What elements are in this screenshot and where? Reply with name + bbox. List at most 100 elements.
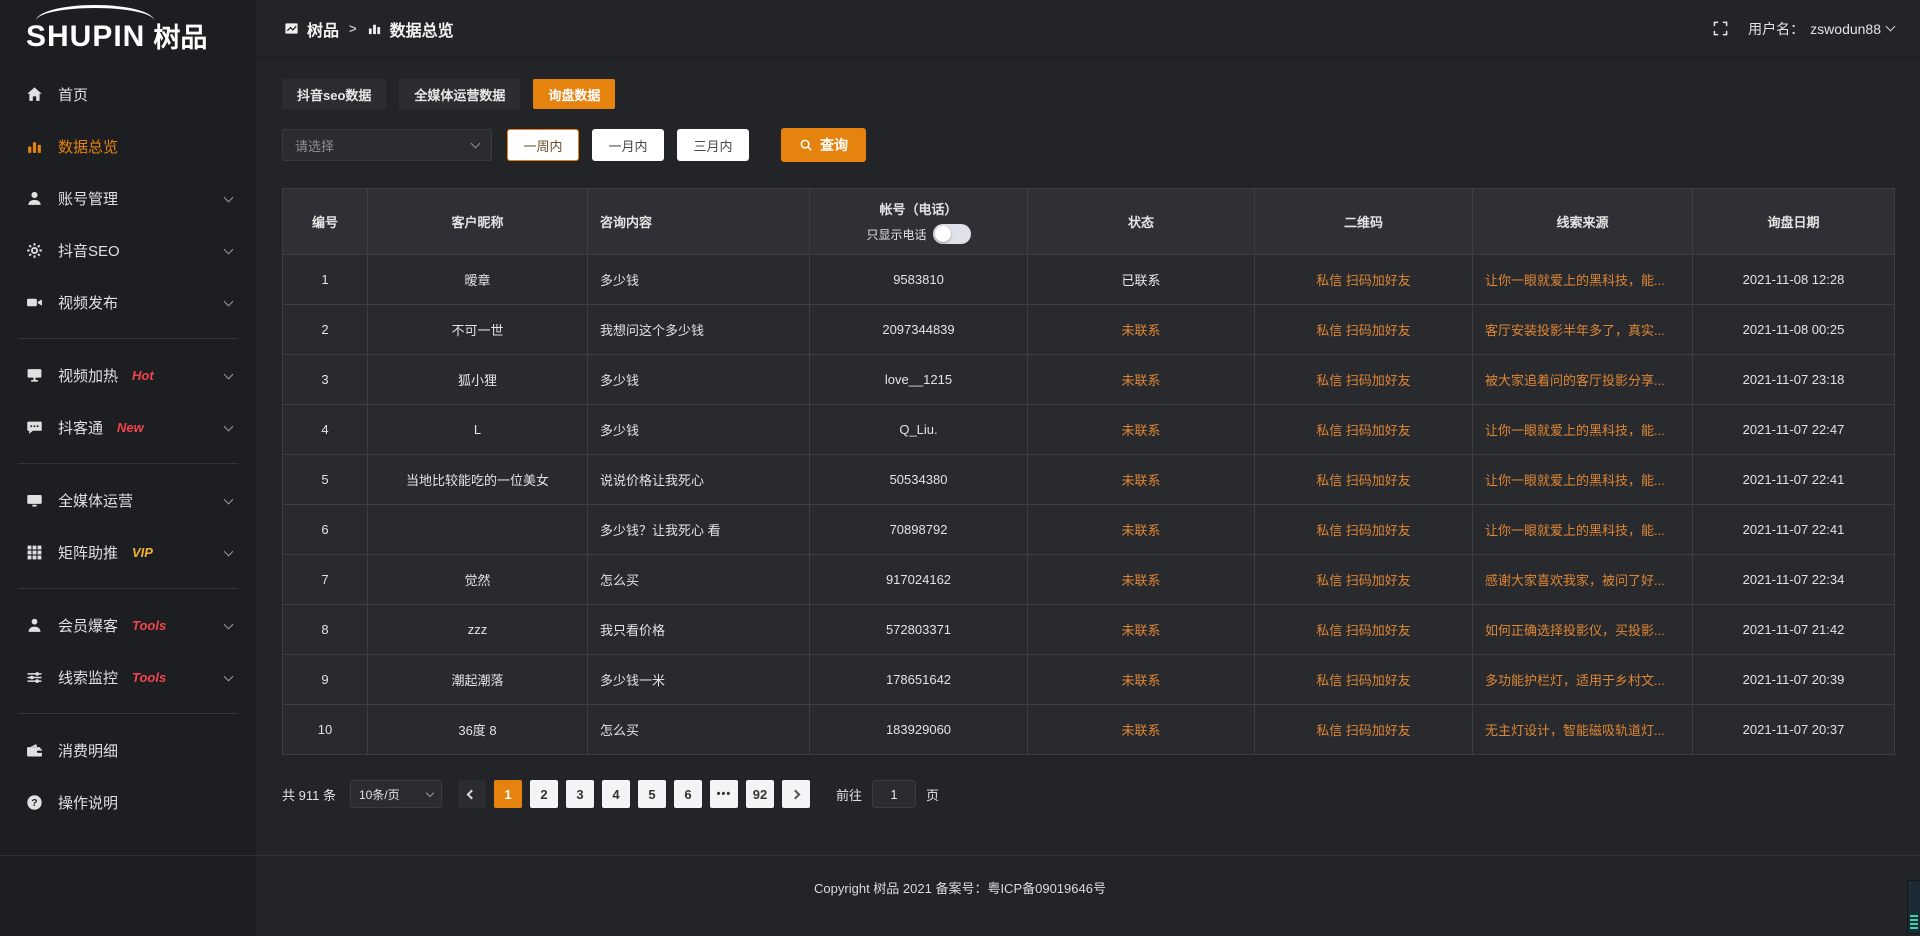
sidebar-item-matrix-boost[interactable]: 矩阵助推 VIP (0, 526, 256, 578)
page-button-3[interactable]: 3 (566, 780, 594, 808)
sidebar-nav: 首页 数据总览 账号管理 抖音SEO 视频发布 视频加热 Hot (0, 58, 256, 828)
goto-page-input[interactable] (872, 780, 916, 808)
filter-bar: 请选择 一周内 一月内 三月内 查询 (282, 128, 1894, 162)
source-link-cell[interactable]: 感谢大家喜欢我家，被问了好... (1473, 555, 1693, 605)
sidebar-item-label: 操作说明 (58, 792, 118, 813)
filter-select-placeholder: 请选择 (295, 136, 334, 155)
sidebar-item-douketong[interactable]: 抖客通 New (0, 401, 256, 453)
page-button-5[interactable]: 5 (638, 780, 666, 808)
qrcode-links-cell[interactable]: 私信 扫码加好友 (1255, 255, 1473, 305)
source-link-cell[interactable]: 无主灯设计，智能磁吸轨道灯... (1473, 705, 1693, 755)
source-link-cell[interactable]: 让你一眼就爱上的黑科技，能... (1473, 405, 1693, 455)
qrcode-links-cell[interactable]: 私信 扫码加好友 (1255, 455, 1473, 505)
sidebar-item-video-heating[interactable]: 视频加热 Hot (0, 349, 256, 401)
tab-inquiry-data[interactable]: 询盘数据 (533, 79, 615, 109)
qrcode-links-cell[interactable]: 私信 扫码加好友 (1255, 355, 1473, 405)
source-link-cell[interactable]: 客厅安装投影半年多了，真实... (1473, 305, 1693, 355)
source-link-cell[interactable]: 如何正确选择投影仪，买投影... (1473, 605, 1693, 655)
page-button-1[interactable]: 1 (494, 780, 522, 808)
source-link-cell[interactable]: 被大家追着问的客厅投影分享... (1473, 355, 1693, 405)
nickname-cell: 当地比较能吃的一位美女 (368, 455, 588, 505)
id-cell: 1 (283, 255, 368, 305)
query-button[interactable]: 查询 (781, 128, 866, 162)
col-status: 状态 (1028, 189, 1255, 255)
qrcode-links-cell[interactable]: 私信 扫码加好友 (1255, 605, 1473, 655)
page-button-92[interactable]: 92 (746, 780, 774, 808)
sliders-icon (26, 669, 43, 686)
sidebar-item-omnimedia[interactable]: 全媒体运营 (0, 474, 256, 526)
qrcode-links-cell[interactable]: 私信 扫码加好友 (1255, 405, 1473, 455)
fullscreen-icon[interactable] (1713, 21, 1728, 36)
hot-badge: Hot (132, 368, 154, 383)
status-cell: 未联系 (1028, 605, 1255, 655)
home-icon (26, 86, 43, 103)
id-cell: 9 (283, 655, 368, 705)
content-cell: 多少钱 (588, 405, 810, 455)
content-cell: 多少钱一米 (588, 655, 810, 705)
sidebar-item-lead-monitor[interactable]: 线索监控 Tools (0, 651, 256, 703)
page-size-select[interactable]: 10条/页 (350, 780, 442, 808)
page-button-6[interactable]: 6 (674, 780, 702, 808)
chevron-down-icon (224, 620, 234, 630)
corner-widget-icon[interactable] (1907, 880, 1920, 934)
gear-icon (26, 242, 43, 259)
prev-page-button[interactable] (458, 780, 486, 808)
col-date: 询盘日期 (1693, 189, 1895, 255)
phone-only-label: 只显示电话 (866, 226, 926, 243)
sidebar-item-video-publish[interactable]: 视频发布 (0, 276, 256, 328)
video-camera-icon (26, 294, 43, 311)
sidebar-item-consumption-detail[interactable]: 消费明细 (0, 724, 256, 776)
tab-douyin-seo-data[interactable]: 抖音seo数据 (282, 79, 386, 109)
sidebar-item-instructions[interactable]: ? 操作说明 (0, 776, 256, 828)
content-cell: 多少钱 (588, 255, 810, 305)
account-cell: 917024162 (810, 555, 1028, 605)
qrcode-links-cell[interactable]: 私信 扫码加好友 (1255, 505, 1473, 555)
date-cell: 2021-11-07 21:42 (1693, 605, 1895, 655)
sidebar-item-home[interactable]: 首页 (0, 68, 256, 120)
phone-only-toggle[interactable] (933, 224, 971, 244)
monitor-icon (26, 492, 43, 509)
account-cell: 178651642 (810, 655, 1028, 705)
sidebar-item-douyin-seo[interactable]: 抖音SEO (0, 224, 256, 276)
source-link-cell[interactable]: 让你一眼就爱上的黑科技，能... (1473, 255, 1693, 305)
next-page-button[interactable] (782, 780, 810, 808)
date-cell: 2021-11-07 23:18 (1693, 355, 1895, 405)
goto-page-group: 前往 页 (836, 780, 939, 808)
chevron-down-icon (1886, 22, 1896, 32)
breadcrumb-home[interactable]: 树品 (307, 17, 339, 41)
page-button-4[interactable]: 4 (602, 780, 630, 808)
id-cell: 8 (283, 605, 368, 655)
toggle-knob (935, 226, 951, 242)
qrcode-links-cell[interactable]: 私信 扫码加好友 (1255, 655, 1473, 705)
nickname-cell: 不可一世 (368, 305, 588, 355)
qrcode-links-cell[interactable]: 私信 扫码加好友 (1255, 305, 1473, 355)
source-link-cell[interactable]: 多功能护栏灯，适用于乡村文... (1473, 655, 1693, 705)
period-month-button[interactable]: 一月内 (592, 129, 664, 161)
tools-badge: Tools (132, 670, 166, 685)
source-link-cell[interactable]: 让你一眼就爱上的黑科技，能... (1473, 455, 1693, 505)
sidebar-item-label: 账号管理 (58, 188, 118, 209)
table-header-row: 编号 客户昵称 咨询内容 帐号（电话） 只显示电话 状态 二维码 线索来源 询盘… (283, 189, 1895, 255)
logo-text-en: SHUPIN (26, 22, 145, 52)
qrcode-links-cell[interactable]: 私信 扫码加好友 (1255, 705, 1473, 755)
nickname-cell: 觉然 (368, 555, 588, 605)
sidebar-item-account-management[interactable]: 账号管理 (0, 172, 256, 224)
period-quarter-button[interactable]: 三月内 (677, 129, 749, 161)
period-week-button[interactable]: 一周内 (507, 129, 579, 161)
tab-omnimedia-data[interactable]: 全媒体运营数据 (399, 79, 520, 109)
user-menu[interactable]: 用户名： zswodun88 (1748, 19, 1894, 39)
sidebar: SHUPIN 树品 首页 数据总览 账号管理 抖音SEO 视频发布 (0, 0, 256, 936)
qrcode-links-cell[interactable]: 私信 扫码加好友 (1255, 555, 1473, 605)
chevron-down-icon (426, 789, 434, 797)
source-link-cell[interactable]: 让你一眼就爱上的黑科技，能... (1473, 505, 1693, 555)
app-logo[interactable]: SHUPIN 树品 (0, 0, 256, 58)
username-label: 用户名： (1748, 19, 1804, 39)
filter-select[interactable]: 请选择 (282, 129, 492, 161)
sidebar-item-member-burst[interactable]: 会员爆客 Tools (0, 599, 256, 651)
content-cell: 我想问这个多少钱 (588, 305, 810, 355)
username: zswodun88 (1810, 21, 1881, 37)
page-button-2[interactable]: 2 (530, 780, 558, 808)
more-pages-button[interactable]: ••• (710, 780, 738, 808)
sidebar-item-data-overview[interactable]: 数据总览 (0, 120, 256, 172)
id-cell: 7 (283, 555, 368, 605)
